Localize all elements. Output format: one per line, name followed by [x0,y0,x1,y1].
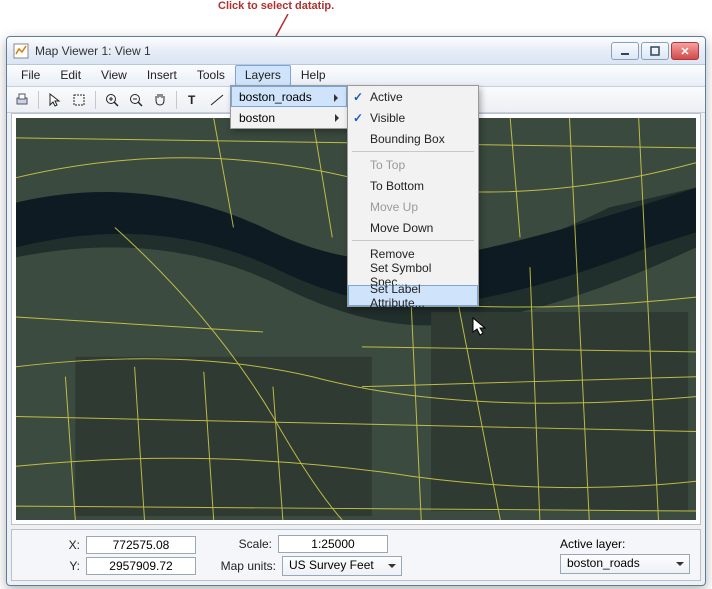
close-button[interactable] [671,42,699,60]
line-icon[interactable] [206,89,228,111]
cm-separator [352,151,474,152]
layer-context-menu: ✓Active ✓Visible Bounding Box To Top To … [347,85,479,307]
activelayer-combo[interactable]: boston_roads [560,554,690,574]
x-label: X: [22,538,80,552]
cm-visible[interactable]: ✓Visible [348,107,478,128]
submenu-arrow-icon [334,94,342,102]
mapunits-label: Map units: [214,559,276,573]
menu-edit[interactable]: Edit [50,65,91,86]
pan-icon[interactable] [149,89,171,111]
check-icon: ✓ [353,90,363,104]
menu-layers[interactable]: Layers [235,65,291,86]
y-label: Y: [22,559,80,573]
menu-help[interactable]: Help [291,65,336,86]
menu-tools[interactable]: Tools [187,65,235,86]
cm-to-top: To Top [348,154,478,175]
svg-text:T: T [188,93,196,107]
app-icon [13,43,29,59]
statusbar: X: 772575.08 Y: 2957909.72 Scale: 1:2500… [11,529,701,581]
submenu-label: boston [239,111,275,125]
x-value: 772575.08 [86,536,196,554]
scale-label: Scale: [214,537,272,551]
menu-file[interactable]: File [11,65,50,86]
zoom-in-icon[interactable] [101,89,123,111]
pointer-icon[interactable] [44,89,66,111]
cm-move-up: Move Up [348,196,478,217]
zoom-out-icon[interactable] [125,89,147,111]
check-icon: ✓ [353,111,363,125]
submenu-label: boston_roads [239,90,312,104]
layers-submenu: boston_roads boston [230,85,348,129]
maximize-button[interactable] [641,42,669,60]
scale-value[interactable]: 1:25000 [278,535,388,553]
cm-separator [352,240,474,241]
marquee-icon[interactable] [68,89,90,111]
mapunits-combo[interactable]: US Survey Feet [282,556,402,576]
cm-active[interactable]: ✓Active [348,86,478,107]
y-value: 2957909.72 [86,557,196,575]
submenu-arrow-icon [335,114,343,122]
menu-view[interactable]: View [91,65,137,86]
menubar: File Edit View Insert Tools Layers Help [7,65,705,87]
minimize-button[interactable] [611,42,639,60]
cm-set-label-attribute[interactable]: Set Label Attribute... [348,285,478,306]
titlebar[interactable]: Map Viewer 1: View 1 [7,37,705,65]
cm-bounding-box[interactable]: Bounding Box [348,128,478,149]
submenu-item-boston-roads[interactable]: boston_roads [231,86,347,107]
activelayer-label: Active layer: [560,537,625,551]
window-title: Map Viewer 1: View 1 [35,44,611,58]
text-icon[interactable]: T [182,89,204,111]
submenu-item-boston[interactable]: boston [231,107,347,128]
cm-to-bottom[interactable]: To Bottom [348,175,478,196]
menu-insert[interactable]: Insert [137,65,187,86]
annotation-text: Click to select datatip. [218,0,334,12]
cm-move-down[interactable]: Move Down [348,217,478,238]
print-icon[interactable] [11,89,33,111]
